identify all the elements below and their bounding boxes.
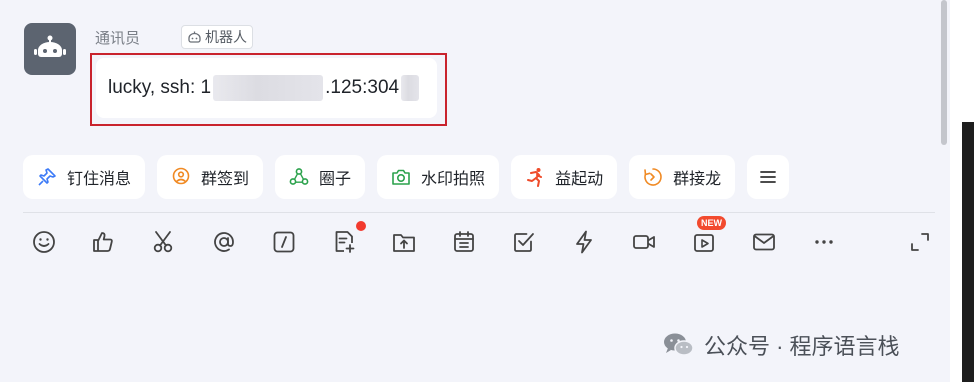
relay-icon	[644, 168, 662, 186]
bot-badge: 机器人	[181, 25, 253, 49]
slash-command-icon	[273, 231, 295, 253]
watermark: 公众号 · 程序语言栈	[662, 330, 900, 360]
like-button[interactable]	[87, 224, 121, 260]
robot-icon	[34, 35, 66, 57]
expand-editor-button[interactable]	[903, 224, 937, 260]
runner-icon	[527, 168, 543, 187]
slash-command-button[interactable]	[267, 224, 301, 260]
chip-more-menu[interactable]	[747, 155, 790, 199]
chip-label: 钉住消息	[67, 171, 132, 188]
more-icon	[815, 240, 833, 244]
robot-avatar[interactable]	[24, 23, 76, 75]
more-button[interactable]	[807, 224, 841, 260]
chip-pin-message[interactable]: 钉住消息	[23, 155, 146, 199]
chip-group-relay[interactable]: 群接龙	[629, 155, 736, 199]
scrollbar-thumb[interactable]	[941, 0, 947, 145]
sender-name[interactable]: 通讯员	[95, 27, 140, 48]
quick-reply-button[interactable]	[567, 224, 601, 260]
watermark-text: 公众号 · 程序语言栈	[704, 334, 900, 359]
chip-label: 水印拍照	[421, 171, 486, 188]
emoji-icon	[33, 231, 55, 253]
robot-small-icon	[188, 31, 201, 43]
calendar-icon	[454, 231, 474, 252]
chip-circle[interactable]: 圈子	[275, 155, 366, 199]
chip-label: 益起动	[555, 171, 604, 188]
video-call-button[interactable]	[627, 224, 661, 260]
chip-group-checkin[interactable]: 群签到	[157, 155, 264, 199]
camera-icon	[392, 169, 410, 185]
mail-button[interactable]	[747, 224, 781, 260]
input-toolbar: NEW	[27, 216, 937, 260]
chip-yiqidong[interactable]: 益起动	[511, 155, 618, 199]
quick-actions-bar: 钉住消息 群签到 圈子 水印拍照 益起动 群接龙	[23, 155, 790, 199]
new-badge: NEW	[697, 216, 726, 230]
new-document-button[interactable]	[327, 224, 361, 260]
highlight-box	[90, 53, 447, 126]
screenshot-button[interactable]	[147, 224, 181, 260]
bot-badge-label: 机器人	[205, 29, 247, 45]
circle-nodes-icon	[289, 168, 309, 185]
chip-label: 群签到	[201, 171, 250, 188]
checkbox-icon	[514, 233, 534, 252]
emoji-button[interactable]	[27, 224, 61, 260]
upload-file-button[interactable]	[387, 224, 421, 260]
schedule-button[interactable]	[447, 224, 481, 260]
mail-icon	[753, 233, 775, 251]
todo-button[interactable]	[507, 224, 541, 260]
thumbs-up-icon	[93, 232, 113, 252]
upload-file-icon	[393, 234, 415, 252]
at-icon	[214, 232, 234, 252]
notification-dot	[356, 221, 366, 231]
wechat-icon	[664, 333, 694, 356]
chip-label: 圈子	[319, 171, 352, 188]
background-window	[962, 122, 974, 382]
hamburger-menu-icon	[760, 171, 776, 183]
mention-button[interactable]	[207, 224, 241, 260]
add-document-icon	[335, 231, 355, 253]
live-video-icon	[694, 234, 714, 252]
expand-icon	[911, 233, 929, 251]
scissors-icon	[153, 231, 173, 253]
video-call-icon	[633, 235, 655, 249]
divider	[23, 212, 935, 213]
checkin-location-icon	[172, 167, 190, 185]
lightning-icon	[576, 230, 592, 254]
chip-watermark-photo[interactable]: 水印拍照	[377, 155, 500, 199]
chip-label: 群接龙	[673, 171, 722, 188]
pin-icon	[38, 168, 56, 186]
